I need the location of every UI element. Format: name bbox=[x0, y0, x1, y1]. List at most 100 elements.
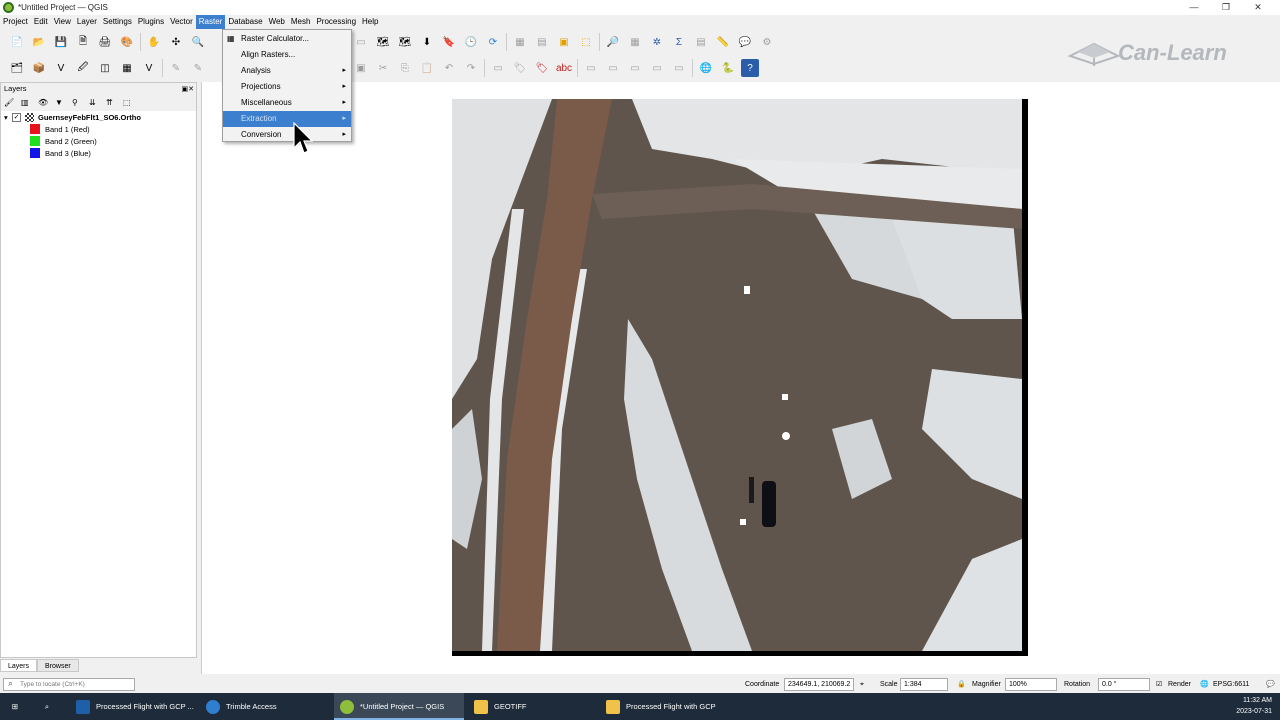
toolbox-icon[interactable]: ▤ bbox=[692, 33, 710, 51]
menu-raster[interactable]: Raster bbox=[195, 15, 226, 29]
identify-icon[interactable]: 🔎 bbox=[604, 33, 622, 51]
locator-search-input[interactable]: Type to locate (Ctrl+K) bbox=[3, 678, 135, 691]
lock-icon[interactable]: 🔒 bbox=[957, 676, 966, 693]
menu-settings[interactable]: Settings bbox=[100, 15, 135, 29]
magnifier-spinbox[interactable]: 100% bbox=[1005, 678, 1057, 691]
add-group-icon[interactable]: ▥ bbox=[21, 98, 32, 109]
add-wms-icon[interactable]: ▦ bbox=[118, 59, 136, 77]
select-features-icon[interactable]: ▦ bbox=[511, 33, 529, 51]
layer-row[interactable]: ▾ ✓ GuernseyFebFlt1_SO6.Ortho bbox=[1, 111, 196, 123]
menu-item-miscellaneous[interactable]: Miscellaneous ▸ bbox=[223, 95, 351, 111]
field-calculator-icon[interactable]: ✲ bbox=[648, 33, 666, 51]
layer-visibility-checkbox[interactable]: ✓ bbox=[12, 112, 21, 122]
panel-float-close-icon[interactable]: ▣✕ bbox=[182, 84, 194, 96]
pan-icon[interactable]: ✋ bbox=[145, 33, 163, 51]
menu-project[interactable]: Project bbox=[0, 15, 31, 29]
visibility-icon[interactable]: 👁 bbox=[38, 98, 49, 109]
zoom-native-icon[interactable]: 🗺 bbox=[396, 33, 414, 51]
zoom-layer-icon[interactable]: 🗺 bbox=[374, 33, 392, 51]
open-project-icon[interactable]: 📂 bbox=[30, 33, 48, 51]
save-project-icon[interactable]: 💾 bbox=[52, 33, 70, 51]
label-abc-icon[interactable]: abc bbox=[555, 59, 573, 77]
coordinate-field[interactable]: 234649.1, 210069.2 bbox=[784, 678, 854, 691]
identify-features-icon[interactable]: ⬚ bbox=[577, 33, 595, 51]
zoom-last-icon[interactable]: ⬇ bbox=[418, 33, 436, 51]
menu-mesh[interactable]: Mesh bbox=[288, 15, 314, 29]
expand-all-icon[interactable]: ⇊ bbox=[89, 98, 100, 109]
collapse-all-icon[interactable]: ⇈ bbox=[106, 98, 117, 109]
settings-gear-icon[interactable]: ⚙ bbox=[758, 33, 776, 51]
deselect-icon[interactable]: ▣ bbox=[555, 33, 573, 51]
python-console-icon[interactable]: 🐍 bbox=[719, 59, 737, 77]
search-icon[interactable]: ⌕ bbox=[32, 693, 62, 720]
statistics-icon[interactable]: Σ bbox=[670, 33, 688, 51]
taskbar-item-processed-flight[interactable]: Processed Flight with GCP ... bbox=[70, 693, 198, 720]
menu-layer[interactable]: Layer bbox=[74, 15, 100, 29]
add-virtual-layer-icon[interactable]: V bbox=[140, 59, 158, 77]
menu-processing[interactable]: Processing bbox=[313, 15, 359, 29]
zoom-in-icon[interactable]: 🔍 bbox=[189, 33, 207, 51]
menu-web[interactable]: Web bbox=[266, 15, 288, 29]
taskbar-item-qgis[interactable]: *Untitled Project — QGIS bbox=[334, 693, 464, 720]
add-raster-icon[interactable]: 🖉 bbox=[74, 59, 92, 77]
extent-toggle-icon[interactable]: ⌖ bbox=[860, 676, 864, 693]
bookmark-icon[interactable]: 🔖 bbox=[440, 33, 458, 51]
menu-database[interactable]: Database bbox=[225, 15, 265, 29]
digitize-icon[interactable]: ▣ bbox=[352, 59, 370, 77]
rotation-spinbox[interactable]: 0.0 ° bbox=[1098, 678, 1150, 691]
scale-select[interactable]: 1:384 bbox=[900, 678, 948, 691]
taskbar-item-processed-flight-folder[interactable]: Processed Flight with GCP bbox=[600, 693, 730, 720]
save-as-icon[interactable]: 🗎 bbox=[74, 33, 92, 51]
measure-icon[interactable]: 📏 bbox=[714, 33, 732, 51]
refresh-icon[interactable]: ⟳ bbox=[484, 33, 502, 51]
label-show-icon[interactable]: ▭ bbox=[648, 59, 666, 77]
label-pin-icon[interactable]: 🏷 bbox=[511, 59, 529, 77]
temporal-icon[interactable]: 🕒 bbox=[462, 33, 480, 51]
render-checkbox[interactable]: ☑ bbox=[1156, 676, 1162, 693]
crs-icon[interactable]: 🌐 bbox=[1200, 676, 1209, 693]
help-icon[interactable]: ? bbox=[741, 59, 759, 77]
menu-item-conversion[interactable]: Conversion ▸ bbox=[223, 127, 351, 143]
zoom-selection-icon[interactable]: ▭ bbox=[352, 33, 370, 51]
label-highlight-icon[interactable]: 🏷 bbox=[533, 59, 551, 77]
copy-icon[interactable]: ⎘ bbox=[396, 59, 414, 77]
collapse-arrow-icon[interactable]: ▾ bbox=[4, 113, 12, 122]
undo-icon[interactable]: ↶ bbox=[440, 59, 458, 77]
crs-label[interactable]: EPSG:6611 bbox=[1213, 676, 1249, 693]
windows-start-icon[interactable]: ⊞ bbox=[0, 693, 30, 720]
remove-layer-icon[interactable]: ⬚ bbox=[123, 98, 134, 109]
messages-icon[interactable]: 💬 bbox=[1266, 676, 1275, 693]
minimize-button[interactable]: — bbox=[1178, 0, 1210, 15]
new-project-icon[interactable]: 📄 bbox=[8, 33, 26, 51]
taskbar-item-geotiff[interactable]: GEOTIFF bbox=[468, 693, 598, 720]
add-mesh-icon[interactable]: ◫ bbox=[96, 59, 114, 77]
menu-edit[interactable]: Edit bbox=[31, 15, 51, 29]
taskbar-item-trimble[interactable]: Trimble Access bbox=[200, 693, 330, 720]
menu-item-analysis[interactable]: Analysis ▸ bbox=[223, 63, 351, 79]
filter-legend-icon[interactable]: ⚲ bbox=[72, 98, 83, 109]
toggle-edit-icon[interactable]: ✎ bbox=[189, 59, 207, 77]
menu-item-projections[interactable]: Projections ▸ bbox=[223, 79, 351, 95]
menu-item-extraction[interactable]: Extraction ▸ bbox=[223, 111, 351, 127]
menu-item-raster-calculator[interactable]: ▦ Raster Calculator... bbox=[223, 31, 351, 47]
plugin-icon[interactable]: 🌐 bbox=[697, 59, 715, 77]
select-value-icon[interactable]: ▤ bbox=[533, 33, 551, 51]
tab-browser[interactable]: Browser bbox=[37, 659, 79, 672]
filter-icon[interactable]: ▼ bbox=[55, 98, 66, 109]
label-icon[interactable]: ▭ bbox=[489, 59, 507, 77]
redo-icon[interactable]: ↷ bbox=[462, 59, 480, 77]
label-rotate-icon[interactable]: ▭ bbox=[604, 59, 622, 77]
orthomosaic-raster[interactable] bbox=[452, 99, 1028, 656]
print-layout-icon[interactable]: 🖨 bbox=[96, 33, 114, 51]
menu-item-align-rasters[interactable]: Align Rasters... bbox=[223, 47, 351, 63]
menu-plugins[interactable]: Plugins bbox=[135, 15, 167, 29]
annotation-icon[interactable]: 💬 bbox=[736, 33, 754, 51]
close-button[interactable]: ✕ bbox=[1242, 0, 1274, 15]
attribute-table-icon[interactable]: ▦ bbox=[626, 33, 644, 51]
taskbar-clock[interactable]: 11:32 AM 2023-07-31 bbox=[1236, 695, 1272, 717]
menu-help[interactable]: Help bbox=[359, 15, 381, 29]
label-move-icon[interactable]: ▭ bbox=[582, 59, 600, 77]
new-geopackage-icon[interactable]: 📦 bbox=[30, 59, 48, 77]
style-manager-icon[interactable]: 🎨 bbox=[118, 33, 136, 51]
restore-button[interactable]: ❐ bbox=[1210, 0, 1242, 15]
